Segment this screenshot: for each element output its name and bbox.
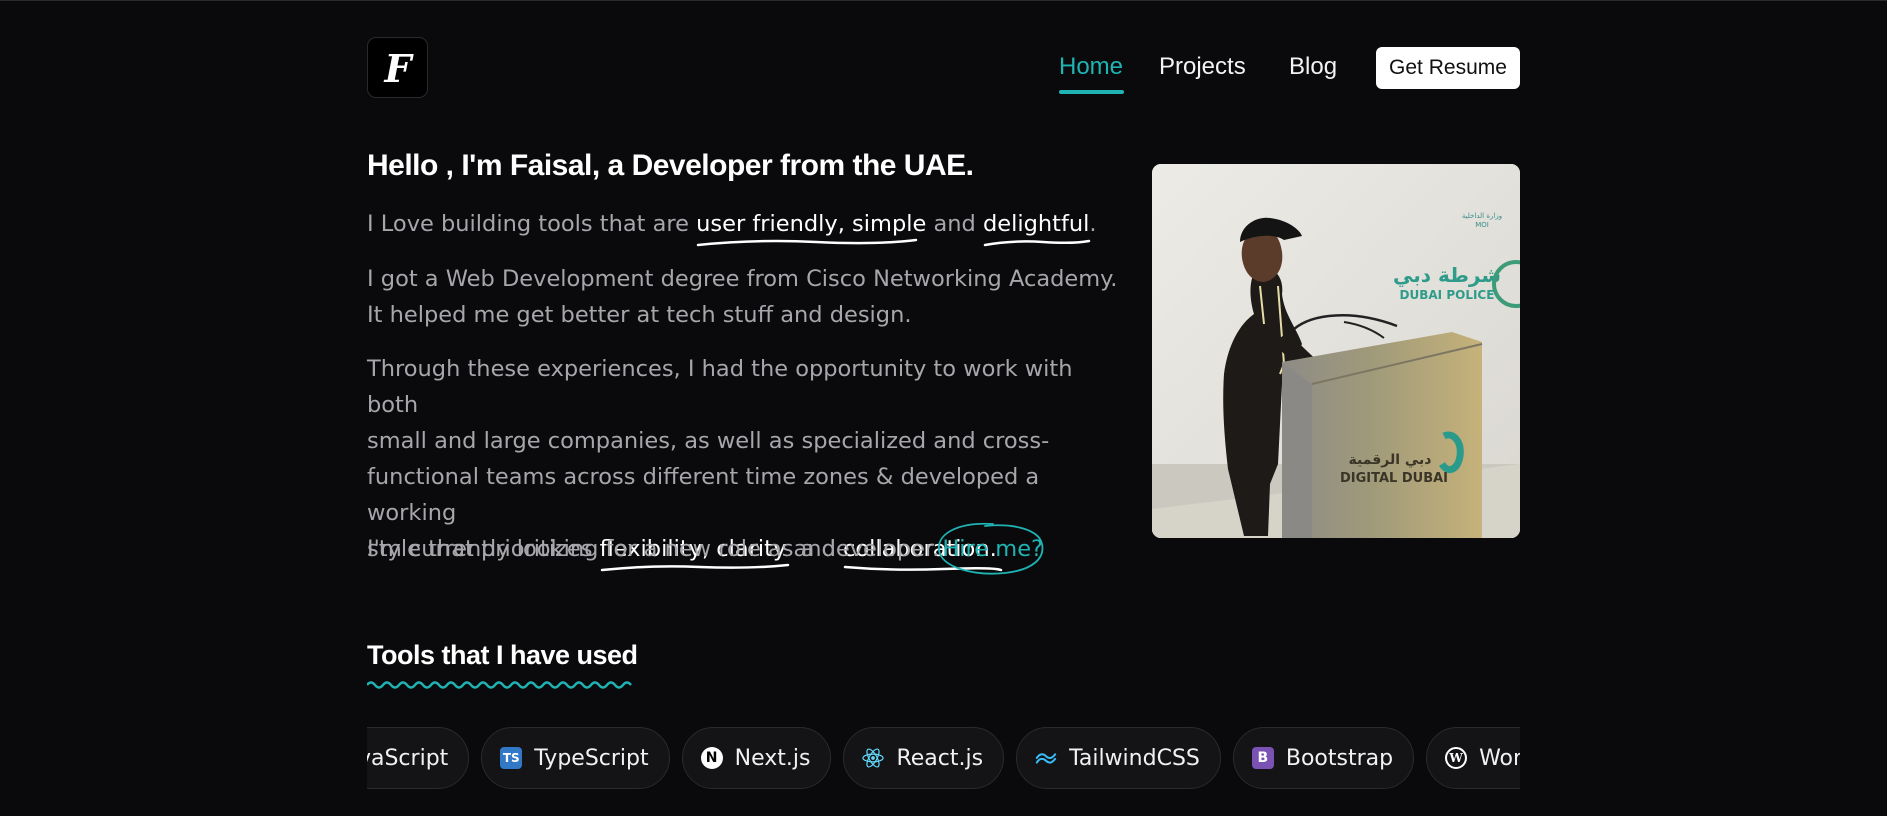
hire-me-link[interactable]: Hire me? — [938, 522, 1046, 575]
tailwind-icon — [1035, 747, 1057, 769]
tool-pill-react[interactable]: React.js — [843, 727, 1005, 789]
intro-and: and — [926, 211, 983, 237]
svg-text:DIGITAL DUBAI: DIGITAL DUBAI — [1340, 471, 1448, 486]
tool-pill-typescript[interactable]: TS TypeScript — [481, 727, 670, 789]
logo[interactable]: F — [367, 37, 428, 98]
tool-pill-nextjs[interactable]: N Next.js — [681, 727, 832, 789]
wordpress-icon: W — [1445, 747, 1468, 769]
tool-pill-tailwind[interactable]: TailwindCSS — [1016, 727, 1221, 789]
svg-text:MOI: MOI — [1475, 221, 1489, 229]
tools-heading: Tools that I have used — [367, 640, 638, 670]
nav-home[interactable]: Home — [1059, 53, 1123, 81]
intro-text: I Love building tools that are — [367, 211, 697, 237]
availability-text: I'm currently looking for a new role as … — [367, 536, 940, 562]
hero-intro: I Love building tools that are user frie… — [367, 206, 1127, 247]
tool-pill-bootstrap[interactable]: B Bootstrap — [1232, 727, 1415, 789]
tools-heading-wave — [367, 681, 632, 689]
experience-line: small and large companies, as well as sp… — [367, 428, 1050, 454]
logo-mark: F — [383, 46, 414, 90]
profile-photo: وزارة الداخلية MOI شرطة دبي DUBAI POLICE… — [1152, 164, 1520, 538]
highlight-user-friendly: user friendly, simple — [696, 206, 926, 247]
svg-text:شرطة دبي: شرطة دبي — [1393, 263, 1501, 288]
tool-pill-javascript[interactable]: JS JavaScript — [367, 727, 470, 789]
svg-text:وزارة الداخلية: وزارة الداخلية — [1462, 212, 1502, 220]
hero-education: I got a Web Development degree from Cisc… — [367, 266, 1118, 328]
typescript-icon: TS — [500, 747, 523, 769]
highlight-delightful: delightful — [983, 206, 1091, 247]
experience-line: Through these experiences, I had the opp… — [367, 356, 1073, 418]
svg-text:دبي الرقمية: دبي الرقمية — [1348, 452, 1431, 468]
bootstrap-icon: B — [1251, 747, 1274, 769]
react-icon — [862, 747, 885, 769]
speaker-illustration: وزارة الداخلية MOI شرطة دبي DUBAI POLICE… — [1152, 164, 1520, 538]
hire-me-circle — [938, 522, 1044, 575]
svg-text:DUBAI POLICE: DUBAI POLICE — [1400, 288, 1495, 302]
get-resume-button[interactable]: Get Resume — [1376, 47, 1520, 89]
hero-availability: I'm currently looking for a new role as … — [367, 522, 1127, 575]
svg-text:F: F — [383, 46, 414, 90]
nextjs-icon: N — [700, 747, 723, 769]
tool-pill-wordpress[interactable]: W WordPress — [1426, 727, 1520, 789]
tools-carousel[interactable]: JS JavaScript TS TypeScript N Next.js Re… — [367, 727, 1520, 789]
intro-period: . — [1089, 211, 1097, 237]
hero-heading: Hello , I'm Faisal, a Developer from the… — [367, 149, 974, 182]
nav-active-indicator — [1059, 90, 1124, 94]
nav-blog[interactable]: Blog — [1289, 53, 1337, 81]
nav-projects[interactable]: Projects — [1159, 53, 1246, 81]
